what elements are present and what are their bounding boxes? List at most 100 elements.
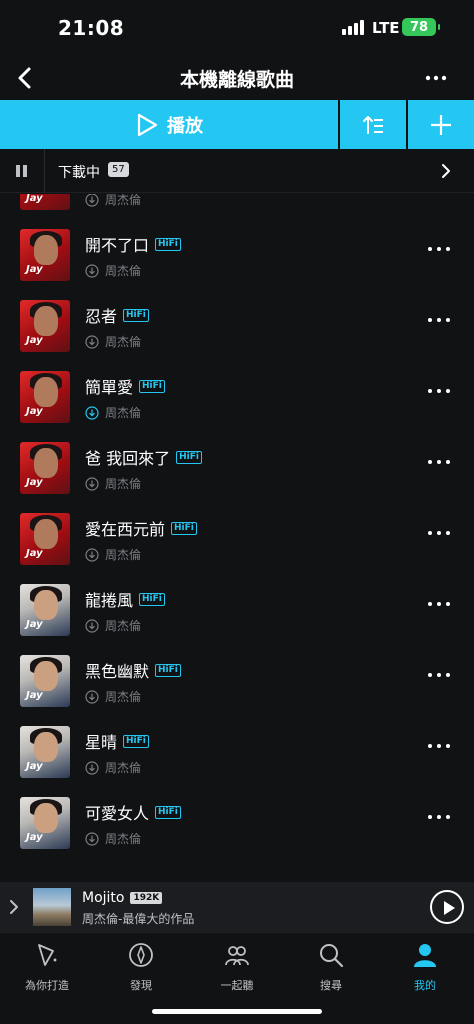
- song-title: 爸 我回來了: [85, 449, 171, 468]
- album-cover: Jay: [20, 300, 70, 352]
- more-options-icon[interactable]: [428, 243, 450, 255]
- download-bar[interactable]: 下載中 57: [0, 149, 474, 193]
- album-cover: Jay: [20, 655, 70, 707]
- song-title: 龍捲風: [85, 591, 134, 610]
- battery-icon: 78: [402, 18, 440, 36]
- mini-play-button[interactable]: [430, 890, 464, 924]
- listen-together-icon: [225, 946, 249, 966]
- more-options-icon[interactable]: [428, 669, 450, 681]
- tab-for-you[interactable]: 為你打造: [0, 939, 94, 995]
- more-options-icon[interactable]: [428, 527, 450, 539]
- tab-discover[interactable]: 發現: [94, 939, 188, 995]
- search-icon: [320, 944, 344, 968]
- tab-bar: 為你打造 發現 一起聽 搜尋 我的: [0, 932, 474, 1024]
- tab-label: 搜尋: [320, 979, 342, 992]
- downloaded-icon: [85, 263, 99, 278]
- album-cover: Jay: [20, 584, 70, 636]
- hifi-badge: HiFi: [155, 237, 181, 251]
- downloading-label: 下載中: [58, 165, 100, 181]
- more-options-icon[interactable]: [428, 385, 450, 397]
- more-options-icon[interactable]: [428, 598, 450, 610]
- more-options-icon[interactable]: [428, 740, 450, 752]
- profile-icon: [414, 944, 436, 967]
- more-options-icon[interactable]: [428, 811, 450, 823]
- chevron-right-icon[interactable]: [6, 898, 22, 916]
- song-title: 黑色幽默: [85, 662, 150, 681]
- signal-icon: [342, 20, 366, 35]
- downloaded-icon: [85, 334, 99, 349]
- plus-icon: [431, 114, 451, 135]
- song-artist: 周杰倫: [105, 548, 142, 562]
- sparkle-icon: [38, 944, 57, 966]
- mini-player[interactable]: Mojito 192K 周杰倫-最偉大的作品: [0, 882, 474, 932]
- song-artist: 周杰倫: [105, 406, 142, 420]
- downloaded-icon: [85, 831, 99, 846]
- song-row[interactable]: Jay 愛在西元前 HiFi 周杰倫: [0, 503, 474, 574]
- song-row[interactable]: Jay 星晴 HiFi 周杰倫: [0, 716, 474, 787]
- now-playing-subtitle: 周杰倫-最偉大的作品: [82, 912, 195, 926]
- song-title: 可愛女人: [85, 804, 150, 823]
- tab-search[interactable]: 搜尋: [284, 939, 378, 995]
- cover-text: Jay: [26, 619, 43, 630]
- nav-header: 本機離線歌曲: [0, 56, 474, 100]
- status-bar: 21:08 LTE 78: [0, 0, 474, 56]
- downloaded-icon: [85, 618, 99, 633]
- tab-mine[interactable]: 我的: [378, 939, 472, 995]
- now-playing-title: Mojito: [82, 890, 125, 906]
- album-cover: Jay: [20, 726, 70, 778]
- song-row[interactable]: Jay 龍捲風 HiFi 周杰倫: [0, 574, 474, 645]
- tab-label: 一起聽: [220, 979, 254, 992]
- song-row[interactable]: Jay 可愛女人 HiFi 周杰倫: [0, 787, 474, 858]
- album-cover: Jay: [20, 371, 70, 423]
- chevron-right-icon[interactable]: [436, 161, 456, 181]
- downloaded-icon: [85, 476, 99, 491]
- song-artist: 周杰倫: [105, 690, 142, 704]
- hifi-badge: HiFi: [123, 308, 149, 322]
- network-label: LTE: [372, 19, 400, 37]
- play-icon: [137, 113, 158, 136]
- song-title: 星晴: [85, 733, 118, 752]
- hifi-badge: HiFi: [155, 663, 181, 677]
- cover-text: Jay: [26, 477, 43, 488]
- downloaded-icon: [85, 547, 99, 562]
- song-row[interactable]: Jay 黑色幽默 HiFi 周杰倫: [0, 645, 474, 716]
- battery-level: 78: [409, 19, 429, 35]
- song-title: 愛在西元前: [85, 520, 166, 539]
- tab-label: 我的: [414, 979, 436, 992]
- play-all-button[interactable]: 播放: [0, 100, 338, 149]
- song-row[interactable]: Jay 上海 一九四三 HiFi 周杰倫: [0, 194, 474, 219]
- song-title: 開不了口: [85, 236, 150, 255]
- cover-text: Jay: [26, 761, 43, 772]
- hifi-badge: HiFi: [139, 379, 165, 393]
- hifi-badge: HiFi: [139, 592, 165, 606]
- sort-button[interactable]: [340, 100, 406, 149]
- add-button[interactable]: [408, 100, 474, 149]
- more-options-icon[interactable]: [428, 314, 450, 326]
- pause-icon[interactable]: [14, 163, 30, 179]
- song-row[interactable]: Jay 爸 我回來了 HiFi 周杰倫: [0, 432, 474, 503]
- downloaded-icon: [85, 405, 99, 420]
- song-artist: 周杰倫: [105, 832, 142, 846]
- cover-text: Jay: [26, 406, 43, 417]
- song-artist: 周杰倫: [105, 761, 142, 775]
- downloaded-icon: [85, 760, 99, 775]
- song-list[interactable]: Jay 上海 一九四三 HiFi 周杰倫 Jay 開不了口 HiFi: [0, 194, 474, 882]
- song-row[interactable]: Jay 開不了口 HiFi 周杰倫: [0, 219, 474, 290]
- sort-list-icon: [363, 115, 383, 134]
- song-row[interactable]: Jay 簡單愛 HiFi 周杰倫: [0, 361, 474, 432]
- download-count-badge: 57: [108, 162, 129, 177]
- quality-badge: 192K: [130, 892, 163, 904]
- more-options-icon[interactable]: [428, 456, 450, 468]
- tab-listen-together[interactable]: 一起聽: [190, 939, 284, 995]
- song-artist: 周杰倫: [105, 194, 142, 207]
- song-title: 簡單愛: [85, 378, 134, 397]
- album-cover: Jay: [20, 797, 70, 849]
- divider: [44, 149, 45, 193]
- song-row[interactable]: Jay 忍者 HiFi 周杰倫: [0, 290, 474, 361]
- album-cover: Jay: [20, 229, 70, 281]
- cover-text: Jay: [26, 335, 43, 346]
- hifi-badge: HiFi: [171, 521, 197, 535]
- page-title: 本機離線歌曲: [179, 69, 294, 91]
- more-options-icon[interactable]: [424, 68, 448, 88]
- song-artist: 周杰倫: [105, 264, 142, 278]
